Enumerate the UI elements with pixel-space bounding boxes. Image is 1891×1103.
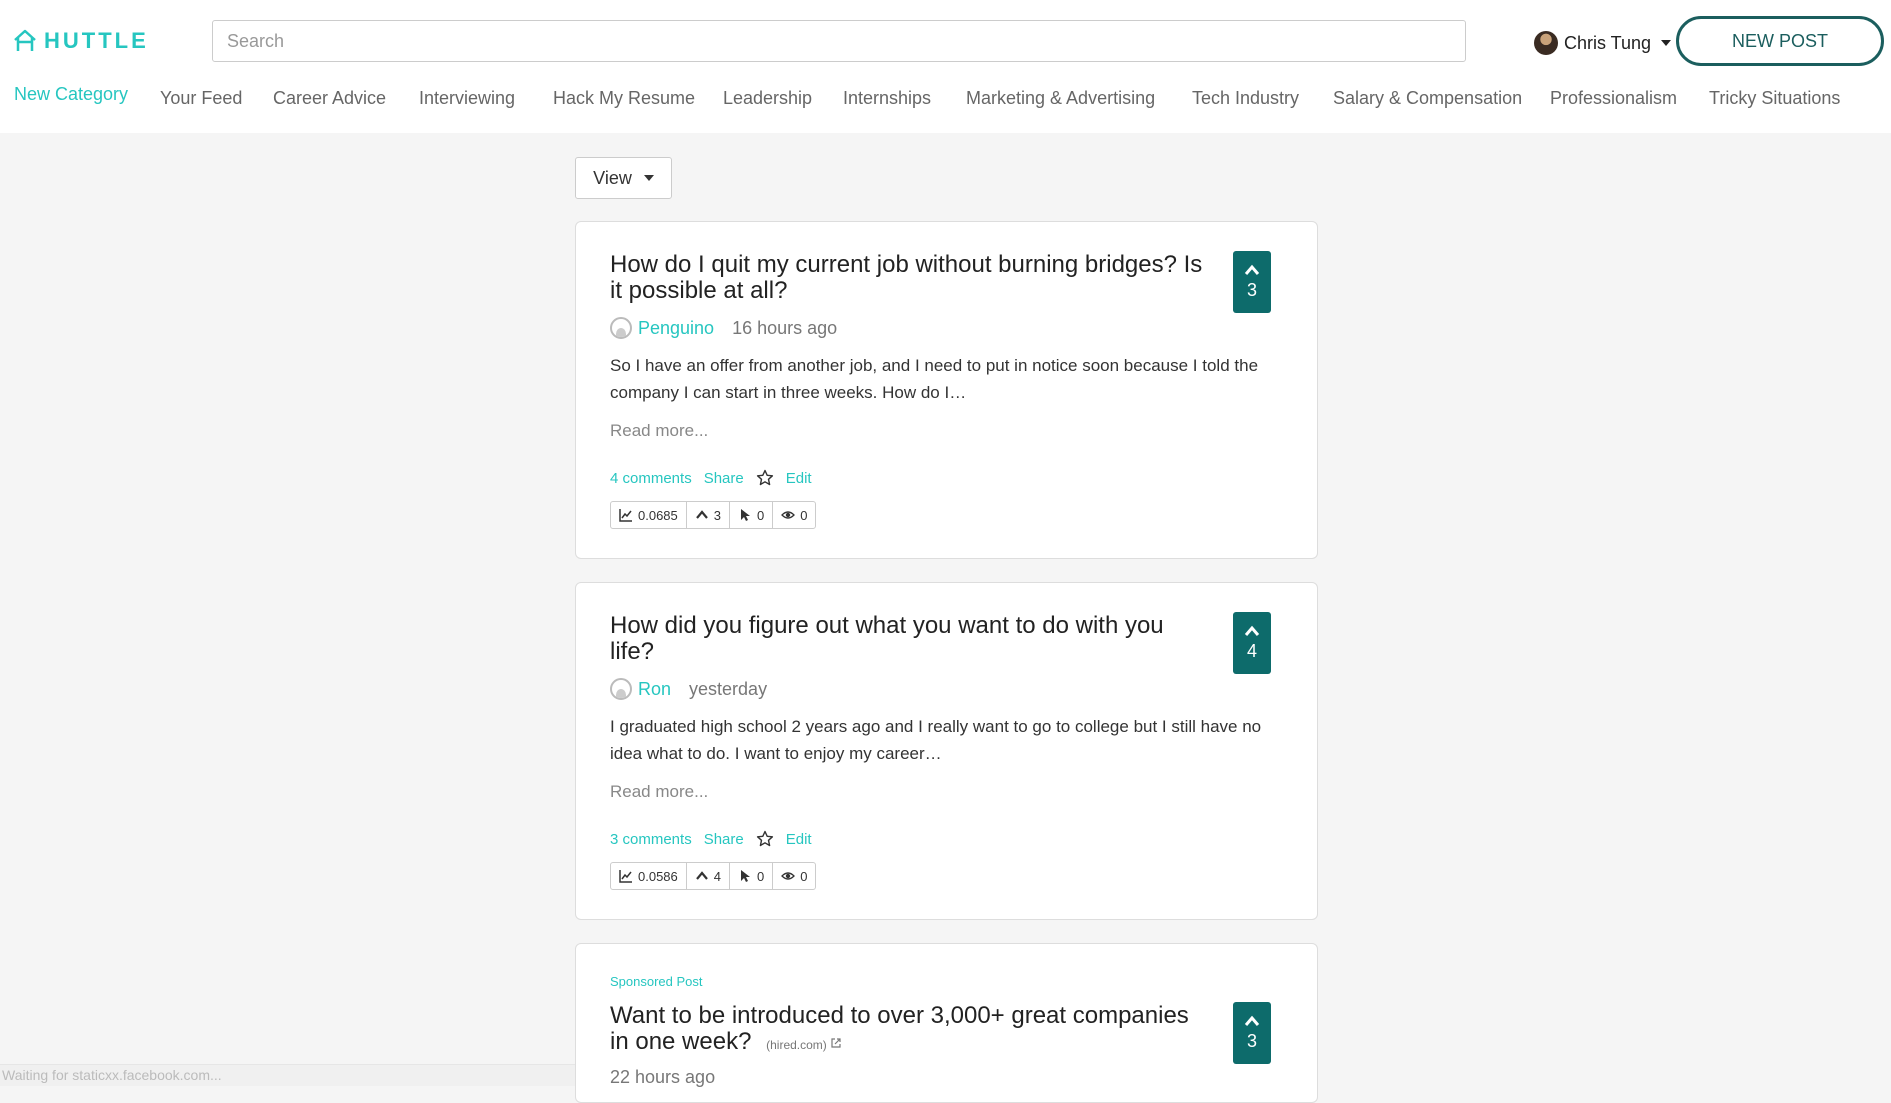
chevron-up-icon	[695, 869, 709, 883]
score-value: 0.0586	[638, 869, 678, 884]
cursor-icon	[738, 508, 752, 522]
source-text: (hired.com)	[766, 1038, 827, 1052]
nav-item-new-category[interactable]: New Category	[14, 84, 128, 105]
nav-item-tech-industry[interactable]: Tech Industry	[1192, 88, 1299, 109]
post-card: How did you figure out what you want to …	[575, 582, 1318, 920]
nav-item-your-feed[interactable]: Your Feed	[160, 88, 242, 109]
upvote-button[interactable]: 3	[1233, 1002, 1271, 1064]
cursor-icon	[738, 869, 752, 883]
author-link[interactable]: Penguino	[638, 318, 714, 339]
post-excerpt: So I have an offer from another job, and…	[610, 352, 1290, 406]
nav-item-career-advice[interactable]: Career Advice	[273, 88, 386, 109]
post-title[interactable]: How did you figure out what you want to …	[610, 613, 1210, 665]
top-header: HUTTLE Chris Tung NEW POST New Category …	[0, 0, 1891, 133]
nav-item-hack-my-resume[interactable]: Hack My Resume	[553, 88, 695, 109]
views-stat: 0	[773, 502, 815, 528]
nav-item-salary-compensation[interactable]: Salary & Compensation	[1333, 88, 1522, 109]
upvotes-value: 3	[714, 508, 721, 523]
view-dropdown[interactable]: View	[575, 157, 672, 199]
clicks-stat: 0	[730, 502, 773, 528]
trend-chart-icon	[619, 869, 633, 883]
caret-down-icon	[644, 175, 654, 181]
nav-item-tricky-situations[interactable]: Tricky Situations	[1709, 88, 1840, 109]
user-menu[interactable]: Chris Tung	[1534, 28, 1671, 58]
upvote-button[interactable]: 3	[1233, 251, 1271, 313]
post-stats: 0.0685 3 0 0	[610, 501, 816, 529]
chevron-up-icon	[1244, 625, 1260, 637]
score-value: 0.0685	[638, 508, 678, 523]
read-more-link[interactable]: Read more...	[610, 421, 708, 441]
post-title[interactable]: How do I quit my current job without bur…	[610, 252, 1210, 304]
post-time: yesterday	[689, 679, 767, 700]
nav-item-interviewing[interactable]: Interviewing	[419, 88, 515, 109]
external-link-icon	[830, 1037, 842, 1049]
house-icon	[12, 28, 38, 54]
post-byline: 22 hours ago	[610, 1067, 715, 1088]
read-more-link[interactable]: Read more...	[610, 782, 708, 802]
user-icon	[610, 678, 632, 700]
user-icon	[610, 317, 632, 339]
eye-icon	[781, 869, 795, 883]
post-title[interactable]: Want to be introduced to over 3,000+ gre…	[610, 1003, 1210, 1058]
chevron-up-icon	[695, 508, 709, 522]
author-link[interactable]: Ron	[638, 679, 671, 700]
trend-chart-icon	[619, 508, 633, 522]
vote-count: 4	[1247, 641, 1257, 662]
nav-item-internships[interactable]: Internships	[843, 88, 931, 109]
upvotes-stat: 4	[687, 863, 730, 889]
edit-link[interactable]: Edit	[786, 831, 812, 848]
eye-icon	[781, 508, 795, 522]
upvotes-stat: 3	[687, 502, 730, 528]
comments-link[interactable]: 3 comments	[610, 831, 692, 848]
clicks-value: 0	[757, 508, 764, 523]
vote-count: 3	[1247, 1031, 1257, 1052]
views-value: 0	[800, 869, 807, 884]
upvote-button[interactable]: 4	[1233, 612, 1271, 674]
score-stat: 0.0586	[611, 863, 687, 889]
post-time: 16 hours ago	[732, 318, 837, 339]
category-nav: New Category Your Feed Career Advice Int…	[0, 88, 1891, 128]
user-name: Chris Tung	[1564, 33, 1651, 54]
nav-item-professionalism[interactable]: Professionalism	[1550, 88, 1677, 109]
caret-down-icon	[1661, 40, 1671, 46]
post-byline: Penguino 16 hours ago	[610, 317, 837, 339]
post-stats: 0.0586 4 0 0	[610, 862, 816, 890]
post-actions: 4 comments Share Edit	[610, 469, 812, 487]
share-link[interactable]: Share	[704, 470, 744, 487]
clicks-stat: 0	[730, 863, 773, 889]
source-domain: (hired.com)	[766, 1038, 842, 1052]
views-value: 0	[800, 508, 807, 523]
star-icon[interactable]	[756, 469, 774, 487]
browser-status-bar: Waiting for staticxx.facebook.com...	[0, 1064, 575, 1086]
post-title-text[interactable]: Want to be introduced to over 3,000+ gre…	[610, 1002, 1189, 1055]
search-input[interactable]	[212, 20, 1466, 62]
sponsored-label: Sponsored Post	[610, 974, 703, 989]
score-stat: 0.0685	[611, 502, 687, 528]
huttle-logo[interactable]: HUTTLE	[12, 26, 149, 56]
post-byline: Ron yesterday	[610, 678, 767, 700]
views-stat: 0	[773, 863, 815, 889]
nav-item-marketing-advertising[interactable]: Marketing & Advertising	[966, 88, 1155, 109]
sponsored-post-card: Sponsored Post Want to be introduced to …	[575, 943, 1318, 1103]
new-post-button[interactable]: NEW POST	[1676, 16, 1884, 66]
clicks-value: 0	[757, 869, 764, 884]
chevron-up-icon	[1244, 264, 1260, 276]
edit-link[interactable]: Edit	[786, 470, 812, 487]
star-icon[interactable]	[756, 830, 774, 848]
post-card: How do I quit my current job without bur…	[575, 221, 1318, 559]
logo-text: HUTTLE	[44, 28, 149, 54]
post-time: 22 hours ago	[610, 1067, 715, 1088]
chevron-up-icon	[1244, 1015, 1260, 1027]
share-link[interactable]: Share	[704, 831, 744, 848]
vote-count: 3	[1247, 280, 1257, 301]
avatar	[1534, 31, 1558, 55]
post-excerpt: I graduated high school 2 years ago and …	[610, 713, 1290, 767]
nav-item-leadership[interactable]: Leadership	[723, 88, 812, 109]
comments-link[interactable]: 4 comments	[610, 470, 692, 487]
view-label: View	[593, 168, 632, 189]
post-actions: 3 comments Share Edit	[610, 830, 812, 848]
upvotes-value: 4	[714, 869, 721, 884]
